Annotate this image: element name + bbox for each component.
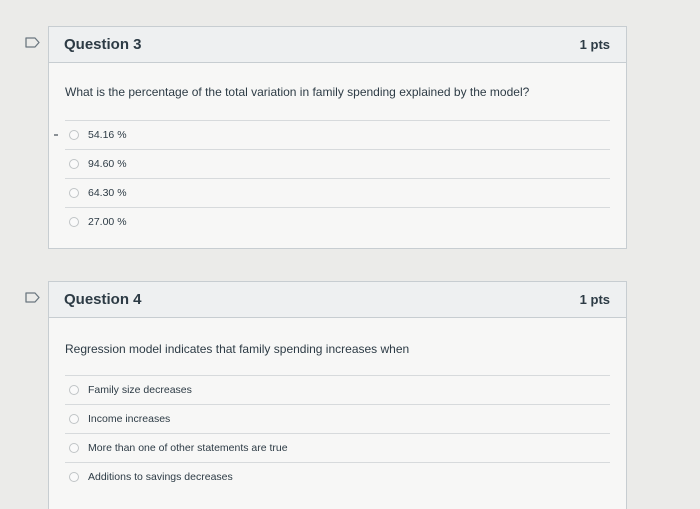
radio-button-icon[interactable] (69, 385, 79, 395)
question-text: Regression model indicates that family s… (65, 342, 410, 356)
answer-label: Family size decreases (88, 384, 192, 396)
answer-option[interactable]: Additions to savings decreases (65, 462, 610, 491)
radio-button-icon[interactable] (69, 414, 79, 424)
answer-label: 27.00 % (88, 216, 127, 228)
question-title: Question 3 (64, 36, 142, 53)
radio-button-icon[interactable] (69, 217, 79, 227)
radio-button-icon[interactable] (69, 188, 79, 198)
flag-icon[interactable] (25, 37, 40, 48)
radio-button-icon[interactable] (69, 472, 79, 482)
question-header: Question 3 1 pts (49, 27, 626, 63)
question-points: 1 pts (579, 292, 610, 307)
question-body: What is the percentage of the total vari… (49, 63, 626, 236)
question-4-card: Question 4 1 pts Regression model indica… (48, 281, 627, 509)
answer-option[interactable]: 64.30 % (65, 178, 610, 207)
answer-label: Income increases (88, 413, 171, 425)
answer-option[interactable]: More than one of other statements are tr… (65, 433, 610, 462)
answer-label: Additions to savings decreases (88, 471, 233, 483)
flag-icon[interactable] (25, 292, 40, 303)
answer-option[interactable]: 27.00 % (65, 207, 610, 236)
question-points: 1 pts (579, 37, 610, 52)
question-header: Question 4 1 pts (49, 282, 626, 318)
question-text: What is the percentage of the total vari… (65, 85, 530, 99)
answer-label: 54.16 % (88, 129, 127, 141)
question-body: Regression model indicates that family s… (49, 318, 626, 491)
radio-button-icon[interactable] (69, 130, 79, 140)
answer-option[interactable]: Family size decreases (65, 375, 610, 404)
answer-label: 64.30 % (88, 187, 127, 199)
answer-label: More than one of other statements are tr… (88, 442, 288, 454)
answer-option[interactable]: Income increases (65, 404, 610, 433)
answer-marker (54, 134, 58, 136)
question-title: Question 4 (64, 291, 142, 308)
radio-button-icon[interactable] (69, 443, 79, 453)
question-3-card: Question 3 1 pts What is the percentage … (48, 26, 627, 249)
answer-option[interactable]: 54.16 % (54, 120, 610, 149)
radio-button-icon[interactable] (69, 159, 79, 169)
answer-label: 94.60 % (88, 158, 127, 170)
answer-option[interactable]: 94.60 % (65, 149, 610, 178)
